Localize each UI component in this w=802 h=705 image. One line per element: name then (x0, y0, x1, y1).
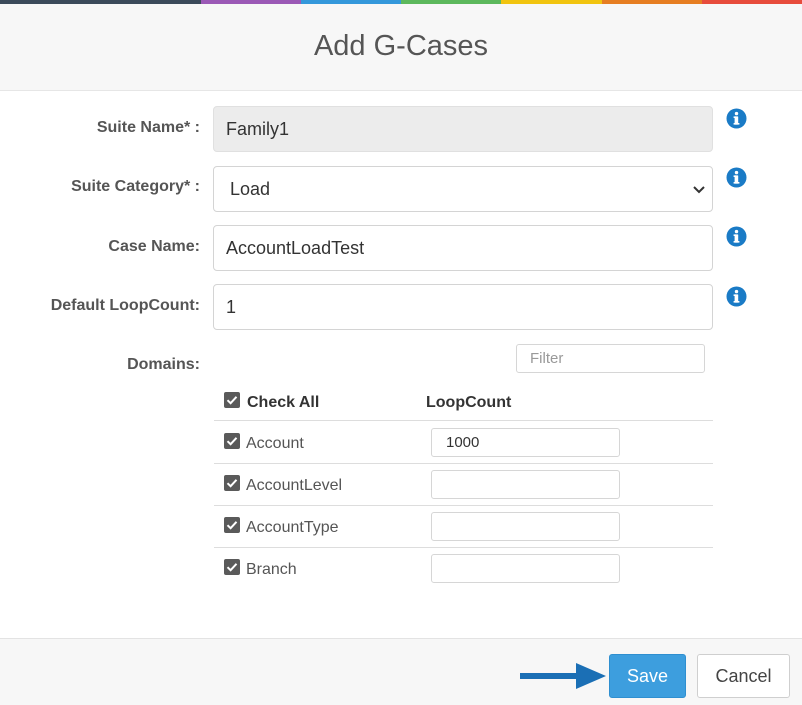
domains-label: Domains: (127, 356, 200, 373)
domain-loopcount-input[interactable] (431, 470, 620, 499)
domain-name: AccountType (246, 519, 339, 536)
cancel-button[interactable]: Cancel (697, 654, 790, 698)
suite-category-label: Suite Category* : (71, 178, 200, 195)
domains-table-header: Check All LoopCount (214, 385, 713, 421)
suite-name-input: Family1 (213, 106, 713, 152)
checkbox-checked-icon (226, 437, 238, 446)
domain-name: Account (246, 435, 304, 452)
suite-category-value: Load (230, 178, 271, 199)
default-loopcount-value: 1 (226, 296, 237, 317)
info-circle-icon[interactable] (726, 286, 747, 307)
dialog-title: Add G-Cases (313, 30, 489, 62)
case-name-input[interactable]: AccountLoadTest (213, 225, 713, 271)
filter-placeholder: Filter (530, 350, 564, 367)
domain-loopcount-value: 1000 (446, 434, 480, 451)
check-all-label: Check All (247, 394, 320, 411)
checkbox-checked-icon (226, 521, 238, 530)
info-circle-icon[interactable] (726, 226, 747, 247)
checkbox-checked-icon (226, 396, 238, 405)
checkbox-checked-icon (226, 479, 238, 488)
loopcount-column-header: LoopCount (426, 394, 512, 411)
default-loopcount-label: Default LoopCount: (50, 297, 200, 314)
domain-loopcount-input[interactable]: 1000 (431, 428, 620, 457)
domain-name: AccountLevel (246, 477, 343, 494)
suite-name-label: Suite Name* : (96, 119, 200, 136)
table-row: AccountType (214, 506, 713, 548)
case-name-value: AccountLoadTest (226, 237, 365, 258)
domains-filter-input[interactable]: Filter (516, 344, 705, 373)
domain-loopcount-input[interactable] (431, 512, 620, 541)
checkbox-checked-icon (226, 563, 238, 572)
domain-name: Branch (246, 561, 297, 578)
suite-name-value: Family1 (226, 118, 290, 139)
domain-checkbox[interactable] (224, 433, 240, 449)
default-loopcount-input[interactable]: 1 (213, 284, 713, 330)
save-button[interactable]: Save (609, 654, 686, 698)
info-circle-icon[interactable] (726, 108, 747, 129)
suite-category-select[interactable]: Load (213, 166, 713, 212)
arrow-right-icon (520, 663, 606, 689)
table-row: Branch (214, 548, 713, 590)
domain-checkbox[interactable] (224, 475, 240, 491)
check-all-checkbox[interactable] (224, 392, 240, 408)
domain-checkbox[interactable] (224, 517, 240, 533)
domain-checkbox[interactable] (224, 559, 240, 575)
dialog-header: Add G-Cases (0, 4, 802, 91)
domain-loopcount-input[interactable] (431, 554, 620, 583)
table-row: AccountLevel (214, 464, 713, 506)
info-circle-icon[interactable] (726, 167, 747, 188)
table-row: Account 1000 (214, 422, 713, 464)
case-name-label: Case Name: (108, 238, 200, 255)
chevron-down-icon (693, 186, 705, 194)
